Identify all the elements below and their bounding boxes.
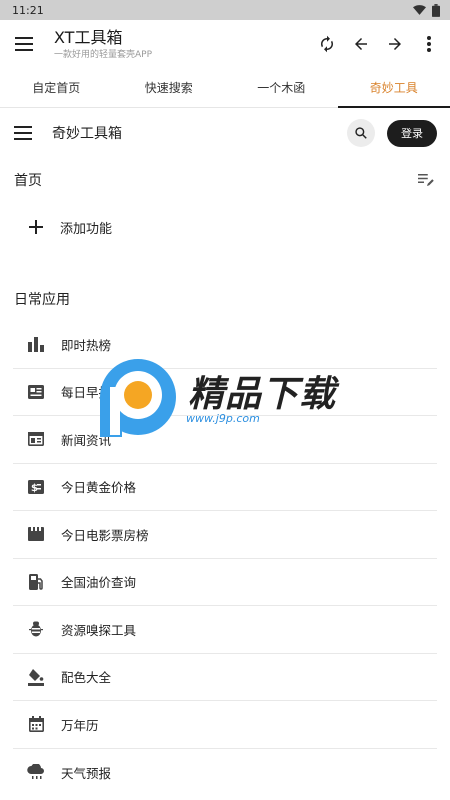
list-item-label: 配色大全 (61, 670, 112, 686)
weather-cloud-icon (27, 763, 45, 781)
list-item-morning-news[interactable]: 每日早报 (13, 369, 437, 416)
list-item-label: 全国油价查询 (61, 575, 137, 591)
money-icon: $ (27, 478, 45, 496)
list-item-news[interactable]: 新闻资讯 (13, 416, 437, 464)
tab-wonder-tools[interactable]: 奇妙工具 (337, 68, 450, 108)
tab-quick-search[interactable]: 快速搜索 (113, 68, 226, 107)
list-item-weather[interactable]: 天气预报 (13, 749, 437, 797)
tab-muhan[interactable]: 一个木函 (225, 68, 338, 107)
list-item-hot-rank[interactable]: 即时热榜 (13, 321, 437, 369)
refresh-icon[interactable] (314, 31, 340, 57)
wifi-icon (413, 5, 426, 15)
list-item-label: 万年历 (61, 717, 99, 733)
more-vert-icon[interactable] (416, 31, 442, 57)
list-item-label: 每日早报 (61, 385, 112, 401)
list-item-label: 今日黄金价格 (61, 480, 137, 496)
list-item-label: 资源嗅探工具 (61, 622, 137, 638)
toolbox-toolbar: 奇妙工具箱 登录 (0, 108, 450, 158)
edit-list-icon[interactable] (418, 172, 436, 188)
status-time: 11:21 (12, 3, 44, 17)
add-feature-label: 添加功能 (60, 221, 113, 237)
list-item-label: 今日电影票房榜 (61, 527, 149, 543)
daily-app-list: 即时热榜 每日早报 新闻资讯 $ 今日黄金价格 今日电影票房榜 全国油价查询 资… (0, 321, 450, 796)
tab-bar: 自定首页 快速搜索 一个木函 奇妙工具 (0, 68, 450, 108)
search-button[interactable] (347, 119, 375, 147)
plus-icon (28, 219, 44, 235)
search-icon (355, 127, 367, 139)
bar-chart-icon (27, 335, 45, 353)
newspaper-card-icon (27, 383, 45, 401)
list-item-calendar[interactable]: 万年历 (13, 701, 437, 749)
status-icons (413, 3, 440, 17)
status-bar: 11:21 (0, 0, 450, 20)
list-item-label: 即时热榜 (61, 337, 112, 353)
app-title: XT工具箱 (54, 27, 123, 47)
login-button[interactable]: 登录 (387, 119, 437, 147)
paint-bucket-icon (27, 668, 45, 686)
home-section-header: 首页 (0, 158, 450, 202)
app-bar-actions (314, 31, 442, 57)
arrow-forward-icon[interactable] (382, 31, 408, 57)
app-title-block: XT工具箱 一款好用的轻量套壳APP (54, 28, 314, 61)
svg-text:$: $ (31, 483, 38, 494)
list-item-oil-price[interactable]: 全国油价查询 (13, 559, 437, 606)
list-item-colors[interactable]: 配色大全 (13, 654, 437, 701)
menu-icon[interactable] (14, 34, 34, 54)
app-subtitle: 一款好用的轻量套壳APP (54, 49, 153, 60)
battery-icon (432, 3, 440, 17)
list-item-label: 新闻资讯 (61, 432, 112, 448)
list-item-sniffer[interactable]: 资源嗅探工具 (13, 606, 437, 654)
news-layout-icon (27, 430, 45, 448)
list-item-label: 天气预报 (61, 765, 112, 781)
daily-section-title: 日常应用 (14, 292, 70, 308)
daily-section-header: 日常应用 (0, 277, 450, 321)
toolbox-title: 奇妙工具箱 (52, 126, 122, 142)
app-bar: XT工具箱 一款好用的轻量套壳APP (0, 20, 450, 68)
bug-icon (27, 620, 45, 638)
home-section-title: 首页 (14, 173, 42, 189)
arrow-back-icon[interactable] (348, 31, 374, 57)
drawer-menu-icon[interactable] (14, 126, 32, 140)
gas-station-icon (27, 573, 45, 591)
calendar-icon (27, 715, 45, 733)
movie-clapper-icon (27, 525, 45, 543)
list-item-gold-price[interactable]: $ 今日黄金价格 (13, 464, 437, 511)
tab-custom-home[interactable]: 自定首页 (0, 68, 113, 107)
add-feature-button[interactable]: 添加功能 (0, 202, 450, 252)
list-item-box-office[interactable]: 今日电影票房榜 (13, 511, 437, 559)
